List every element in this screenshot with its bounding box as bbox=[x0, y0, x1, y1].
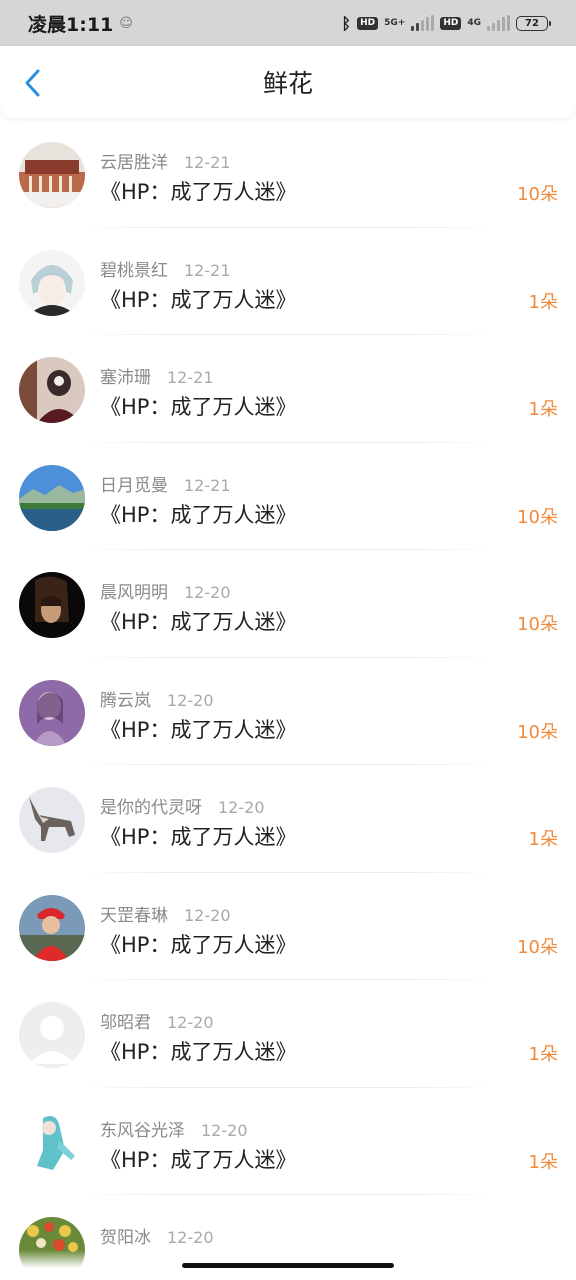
network-label-2: 4G bbox=[467, 17, 481, 28]
book-title: 《HP：成了万人迷》 bbox=[100, 395, 297, 419]
date: 12-20 bbox=[184, 583, 231, 602]
date: 12-20 bbox=[201, 1120, 248, 1140]
hd-badge-1: HD bbox=[357, 16, 379, 30]
signal-icon-2 bbox=[487, 15, 510, 31]
user-name: 邬昭君 bbox=[100, 1013, 151, 1033]
book-title: 《HP：成了万人迷》 bbox=[100, 932, 297, 957]
flower-count: 1朵 bbox=[528, 829, 558, 850]
user-name: 日月觅曼 bbox=[100, 475, 168, 496]
flower-count: 1朵 bbox=[528, 399, 558, 420]
list-item[interactable]: 邬昭君 12-20 《HP：成了万人迷》 1朵 bbox=[0, 980, 576, 1088]
date: 12-20 bbox=[184, 905, 231, 925]
avatar bbox=[19, 357, 85, 423]
network-label-1: 5G+ bbox=[384, 17, 406, 28]
user-name: 东风谷光泽 bbox=[100, 1120, 185, 1141]
user-name: 碧桃景红 bbox=[100, 260, 168, 281]
flower-count: 1朵 bbox=[528, 1044, 558, 1065]
date: 12-21 bbox=[167, 368, 214, 387]
home-indicator[interactable] bbox=[182, 1263, 394, 1268]
bluetooth-icon: ᛒ bbox=[341, 13, 352, 33]
avatar bbox=[19, 572, 85, 638]
date: 12-20 bbox=[167, 1228, 214, 1247]
list-item[interactable]: 日月觅曼 12-21 《HP：成了万人迷》 10朵 bbox=[0, 443, 576, 550]
book-title: 《HP：成了万人迷》 bbox=[100, 1040, 297, 1064]
hd-badge-2: HD bbox=[440, 16, 462, 30]
list-item[interactable]: 是你的代灵呀 12-20 《HP：成了万人迷》 1朵 bbox=[0, 765, 576, 873]
book-title: 《HP：成了万人迷》 bbox=[100, 825, 297, 849]
user-name: 贺阳冰 bbox=[100, 1228, 151, 1248]
date: 12-21 bbox=[184, 260, 231, 280]
battery-level: 72 bbox=[525, 17, 539, 29]
status-icons: ᛒ HD 5G+ HD 4G 72 bbox=[341, 13, 551, 33]
back-button[interactable] bbox=[18, 68, 48, 98]
date: 12-20 bbox=[167, 690, 214, 710]
flower-count: 10朵 bbox=[517, 506, 558, 528]
date: 12-20 bbox=[167, 1013, 214, 1032]
list-item[interactable]: 塞沛珊 12-21 《HP：成了万人迷》 1朵 bbox=[0, 335, 576, 443]
flower-count: 10朵 bbox=[517, 936, 558, 958]
smiley-icon: ☺ bbox=[119, 15, 133, 31]
date: 12-21 bbox=[184, 153, 231, 172]
avatar bbox=[19, 464, 85, 531]
date: 12-20 bbox=[218, 798, 265, 817]
status-time: 凌晨1:11 bbox=[28, 13, 114, 36]
avatar bbox=[19, 249, 85, 316]
book-title: 《HP：成了万人迷》 bbox=[100, 180, 297, 204]
flower-count: 10朵 bbox=[517, 721, 558, 743]
user-name: 晨风明明 bbox=[100, 583, 168, 603]
book-title: 《HP：成了万人迷》 bbox=[100, 1147, 297, 1172]
list-item[interactable]: 云居胜洋 12-21 《HP：成了万人迷》 10朵 bbox=[0, 120, 576, 228]
flower-count: 1朵 bbox=[528, 1151, 558, 1173]
avatar bbox=[19, 1109, 85, 1176]
list-item[interactable]: 碧桃景红 12-21 《HP：成了万人迷》 1朵 bbox=[0, 228, 576, 335]
avatar bbox=[19, 679, 85, 746]
user-name: 是你的代灵呀 bbox=[100, 798, 202, 818]
list-item[interactable]: 腾云岚 12-20 《HP：成了万人迷》 10朵 bbox=[0, 658, 576, 765]
signal-icon-1 bbox=[411, 15, 435, 31]
user-name: 天罡春琳 bbox=[100, 905, 168, 926]
book-title: 《HP：成了万人迷》 bbox=[100, 717, 297, 742]
avatar bbox=[19, 1002, 85, 1068]
avatar bbox=[19, 142, 85, 208]
flower-list: 云居胜洋 12-21 《HP：成了万人迷》 10朵 碧桃景红 12-21 《HP… bbox=[0, 120, 576, 1280]
page-title: 鲜花 bbox=[262, 69, 313, 98]
book-title: 《HP：成了万人迷》 bbox=[100, 610, 297, 634]
date: 12-21 bbox=[184, 475, 231, 495]
chevron-left-icon bbox=[25, 69, 40, 97]
flower-count: 10朵 bbox=[517, 614, 558, 635]
book-title: 《HP：成了万人迷》 bbox=[100, 502, 297, 527]
book-title: 《HP：成了万人迷》 bbox=[100, 287, 297, 312]
user-name: 腾云岚 bbox=[100, 690, 151, 711]
avatar bbox=[19, 894, 85, 961]
battery-icon: 72 bbox=[516, 15, 551, 31]
user-name: 塞沛珊 bbox=[100, 368, 151, 388]
list-item[interactable]: 天罡春琳 12-20 《HP：成了万人迷》 10朵 bbox=[0, 873, 576, 980]
list-item[interactable]: 东风谷光泽 12-20 《HP：成了万人迷》 1朵 bbox=[0, 1088, 576, 1195]
flower-count: 10朵 bbox=[517, 184, 558, 205]
nav-bar: 鲜花 bbox=[0, 46, 576, 118]
flower-count: 1朵 bbox=[528, 291, 558, 313]
status-bar: 凌晨1:11 ☺ ᛒ HD 5G+ HD 4G 72 bbox=[0, 0, 576, 46]
user-name: 云居胜洋 bbox=[100, 153, 168, 173]
list-item[interactable]: 晨风明明 12-20 《HP：成了万人迷》 10朵 bbox=[0, 550, 576, 658]
avatar bbox=[19, 787, 85, 853]
